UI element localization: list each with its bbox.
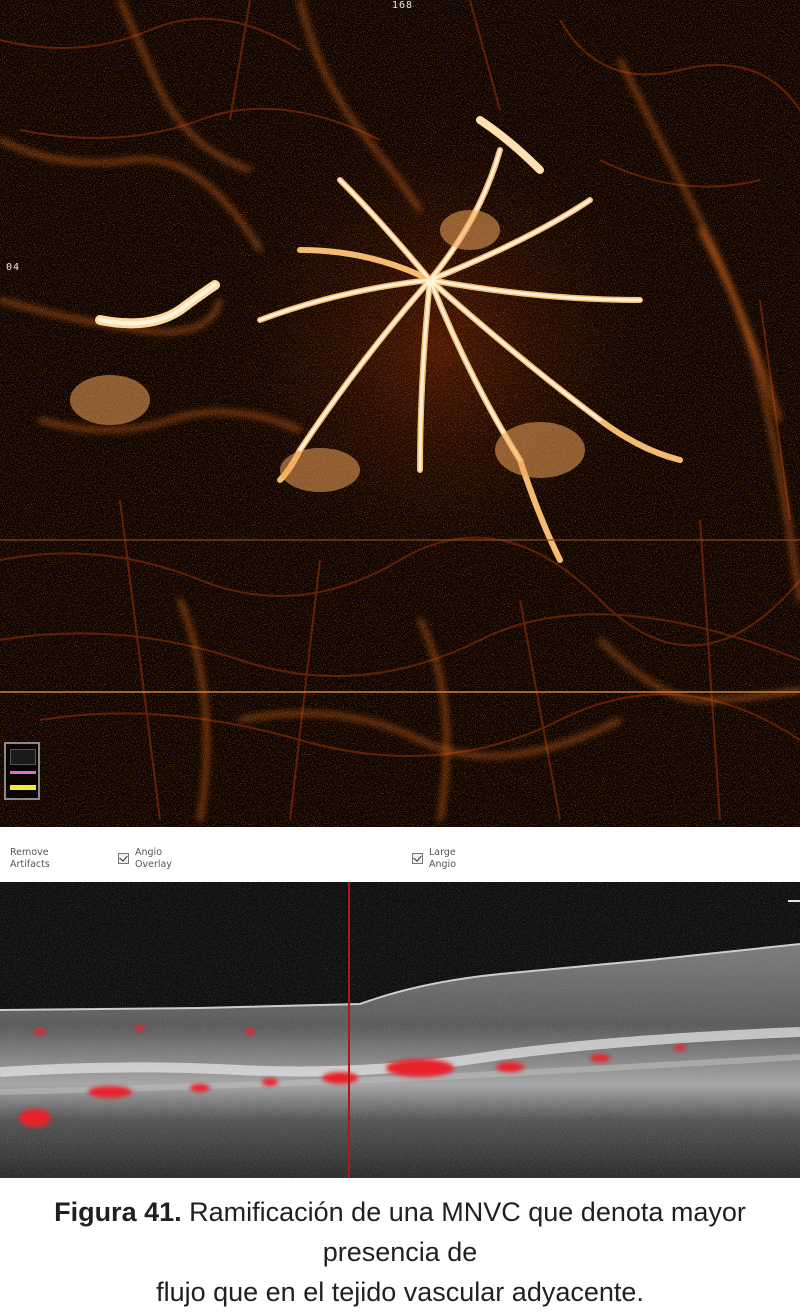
caption-line-2: flujo que en el tejido vascular adyacent… [156,1277,644,1307]
figure-caption: Figura 41. Ramificación de una MNVC que … [0,1192,800,1312]
oct-bscan-image [0,882,800,1178]
large-angio-option[interactable]: Large Angio [412,847,456,871]
bscan-position-cursor[interactable] [348,882,350,1178]
angio-vessel-map [0,0,800,827]
scale-label-left: 04 [6,262,21,273]
bscan-edge-tick [788,900,800,902]
large-angio-label: Large Angio [429,847,457,870]
figure-number: Figura 41. [54,1197,182,1227]
layer-legend [4,742,40,800]
scale-label-top: 168 [392,0,414,11]
caption-line-1: Figura 41. Ramificación de una MNVC que … [0,1192,800,1272]
bscan-layers [0,882,800,1178]
layer-swatch-box [10,749,36,765]
caption-text-1: Ramificación de una MNVC que denota mayo… [181,1197,746,1267]
layer-line-yellow [10,785,36,790]
remove-artifacts-label: Remove Artifacts [10,847,50,870]
scan-toolbar: Remove Artifacts Angio Overlay Large Ang… [0,827,800,882]
angio-enface-image: 168 04 [0,0,800,827]
layer-line-pink [10,771,36,774]
angio-overlay-option[interactable]: Angio Overlay [118,847,172,871]
angio-overlay-label: Angio Overlay [135,847,172,870]
remove-artifacts-option[interactable]: Remove Artifacts [10,847,50,871]
angio-overlay-checkbox[interactable] [118,853,129,864]
large-angio-checkbox[interactable] [412,853,423,864]
